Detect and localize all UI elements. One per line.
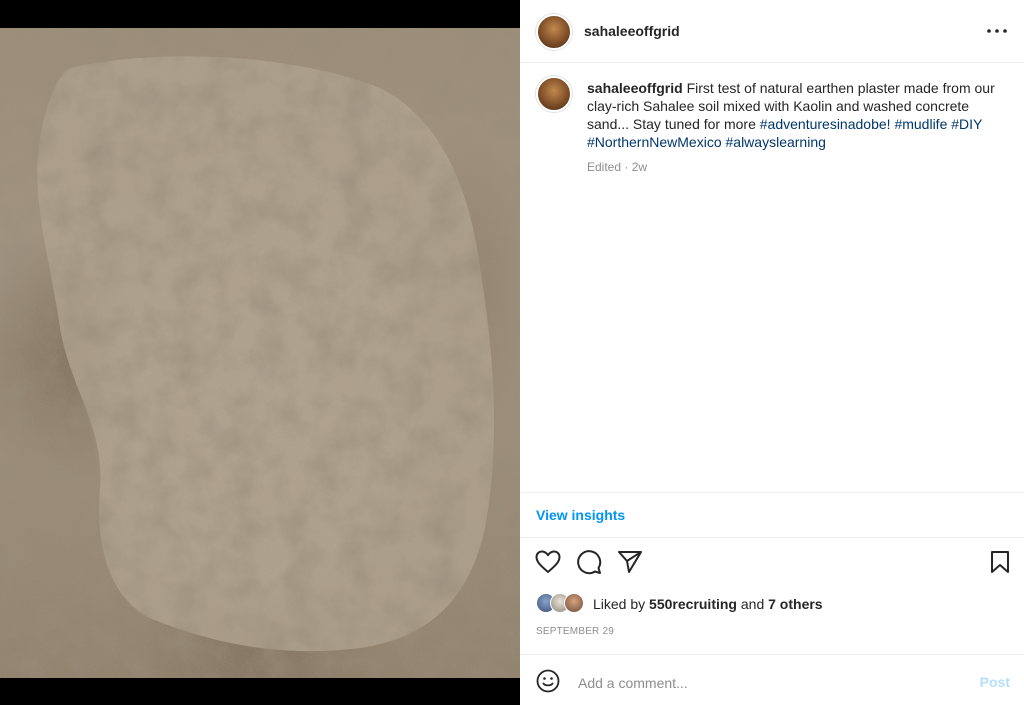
emoji-icon[interactable] [536, 669, 560, 693]
likes-text: Liked by 550recruiting and 7 others [593, 596, 823, 612]
action-bar [520, 540, 1024, 584]
post-photo-earthen-plaster[interactable] [0, 28, 520, 678]
hashtag[interactable]: #alwayslearning [726, 134, 826, 150]
post-details-panel: sahaleeoffgrid sahaleeoffgrid First test… [520, 0, 1024, 705]
liker-username[interactable]: 550recruiting [649, 596, 737, 612]
view-insights-link[interactable]: View insights [536, 507, 625, 523]
caption-username[interactable]: sahaleeoffgrid [587, 80, 683, 96]
comment-bar: Post [520, 654, 1024, 706]
hashtag[interactable]: #mudlife [894, 116, 947, 132]
likes-others-link[interactable]: 7 others [768, 596, 822, 612]
author-avatar[interactable] [536, 14, 572, 50]
caption-text: sahaleeoffgrid First test of natural ear… [587, 79, 997, 151]
author-username[interactable]: sahaleeoffgrid [584, 23, 680, 39]
share-icon[interactable] [616, 548, 644, 576]
post-media [0, 0, 520, 705]
insights-row: View insights [520, 492, 1024, 538]
plaster-texture [0, 28, 520, 678]
likes-prefix: Liked by [593, 596, 646, 612]
likes-joiner: and [740, 596, 765, 612]
caption-avatar[interactable] [536, 76, 572, 112]
heart-icon[interactable] [534, 548, 562, 576]
post-header: sahaleeoffgrid [520, 0, 1024, 63]
liker-avatars[interactable] [536, 592, 590, 614]
post-date: SEPTEMBER 29 [536, 626, 614, 637]
comment-icon[interactable] [575, 548, 603, 576]
post-comment-button[interactable]: Post [980, 674, 1010, 690]
hashtag[interactable]: #DIY [951, 116, 982, 132]
bookmark-icon[interactable] [986, 548, 1014, 576]
avatar [564, 593, 584, 613]
caption-meta: Edited · 2w [587, 160, 648, 174]
hashtag[interactable]: #NorthernNewMexico [587, 134, 722, 150]
hashtag[interactable]: #adventuresinadobe! [760, 116, 891, 132]
more-horizontal-icon[interactable] [986, 20, 1008, 42]
comment-input[interactable] [576, 673, 940, 693]
